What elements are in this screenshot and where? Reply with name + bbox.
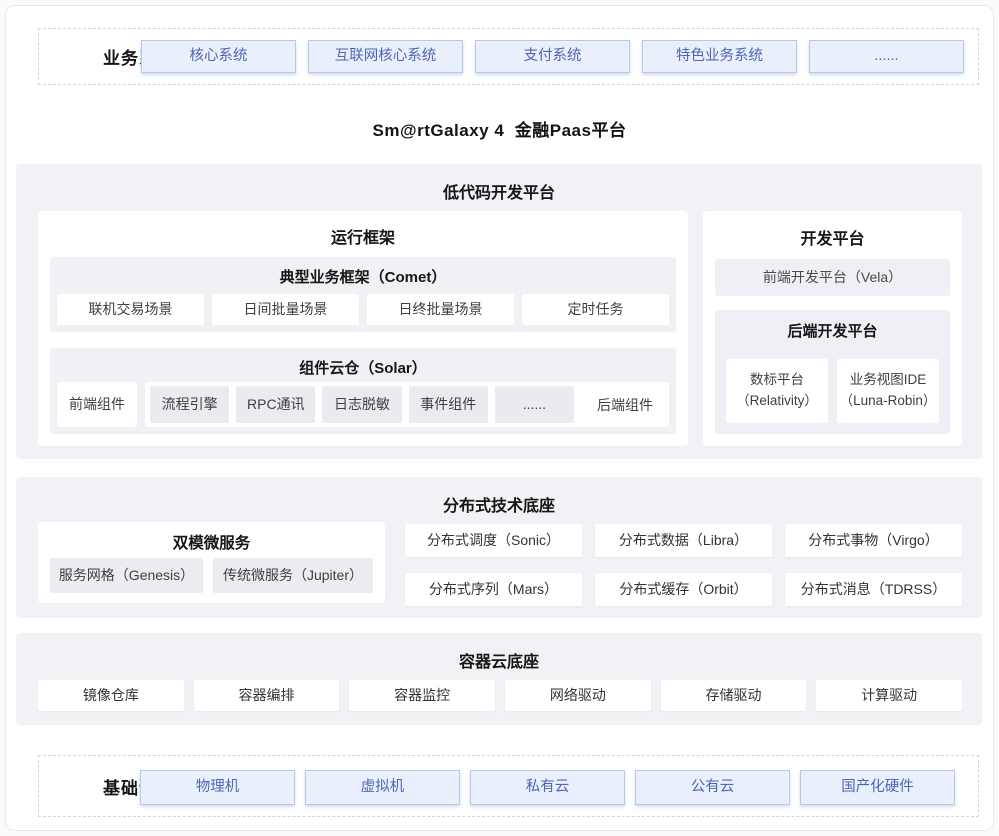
tool-relativity-code: （Relativity）	[726, 391, 828, 412]
container-monitoring: 容器监控	[349, 680, 495, 711]
distributed-transaction-virgo: 分布式事物（Virgo）	[785, 524, 962, 557]
scenario-eod-batch: 日终批量场景	[367, 294, 514, 325]
network-driver: 网络驱动	[505, 680, 651, 711]
tool-relativity-name: 数标平台	[726, 370, 828, 391]
runtime-framework-card: 运行框架 典型业务框架（Comet） 联机交易场景 日间批量场景 日终批量场景 …	[38, 211, 688, 446]
infra-physical-machine: 物理机	[140, 770, 295, 805]
business-systems-items: 核心系统 互联网核心系统 支付系统 特色业务系统 ......	[141, 40, 964, 73]
scenario-scheduled-task: 定时任务	[522, 294, 669, 325]
infra-domestic-hardware: 国产化硬件	[800, 770, 955, 805]
traditional-microservice-jupiter: 传统微服务（Jupiter）	[213, 558, 373, 593]
dual-mode-microservice-card: 双模微服务 服务网格（Genesis） 传统微服务（Jupiter）	[38, 522, 385, 603]
business-system-more: ......	[809, 40, 964, 73]
infra-public-cloud: 公有云	[635, 770, 790, 805]
section-distributed-base: 分布式技术底座 双模微服务 服务网格（Genesis） 传统微服务（Jupite…	[16, 477, 982, 618]
distributed-sequence-mars: 分布式序列（Mars）	[405, 573, 582, 606]
image-registry: 镜像仓库	[38, 680, 184, 711]
backend-dev-platform-title: 后端开发平台	[715, 310, 950, 341]
comet-framework-card: 典型业务框架（Comet） 联机交易场景 日间批量场景 日终批量场景 定时任务	[50, 257, 676, 332]
container-cloud-items: 镜像仓库 容器编排 容器监控 网络驱动 存储驱动 计算驱动	[38, 680, 962, 711]
dev-platform-title: 开发平台	[703, 211, 962, 249]
tool-luna-robin-code: （Luna-Robin）	[837, 391, 939, 412]
storage-driver: 存储驱动	[661, 680, 807, 711]
tool-luna-robin-name: 业务视图IDE	[837, 370, 939, 391]
component-middleware-wrap: 流程引擎 RPC通讯 日志脱敏 事件组件 ...... 后端组件	[145, 382, 669, 427]
section-distributed-title: 分布式技术底座	[16, 477, 982, 516]
dual-mode-items: 服务网格（Genesis） 传统微服务（Jupiter）	[50, 558, 373, 593]
component-frontend: 前端组件	[57, 382, 137, 427]
dual-mode-title: 双模微服务	[38, 522, 385, 553]
solar-component-title: 组件云仓（Solar）	[50, 348, 676, 378]
infrastructure-items: 物理机 虚拟机 私有云 公有云 国产化硬件	[140, 770, 955, 805]
component-backend: 后端组件	[581, 395, 669, 415]
frontend-dev-platform-vela: 前端开发平台（Vela）	[715, 259, 950, 296]
comet-scenarios: 联机交易场景 日间批量场景 日终批量场景 定时任务	[57, 294, 669, 325]
business-system-payment: 支付系统	[475, 40, 630, 73]
runtime-framework-title: 运行框架	[38, 211, 688, 248]
tool-relativity: 数标平台 （Relativity）	[726, 359, 828, 423]
compute-driver: 计算驱动	[816, 680, 962, 711]
distributed-data-libra: 分布式数据（Libra）	[595, 524, 772, 557]
business-system-internet-core: 互联网核心系统	[308, 40, 463, 73]
distributed-message-tdrss: 分布式消息（TDRSS）	[785, 573, 962, 606]
container-orchestration: 容器编排	[194, 680, 340, 711]
scenario-intraday-batch: 日间批量场景	[212, 294, 359, 325]
component-process-engine: 流程引擎	[150, 386, 229, 423]
distributed-cache-orbit: 分布式缓存（Orbit）	[595, 573, 772, 606]
distributed-scheduling-sonic: 分布式调度（Sonic）	[405, 524, 582, 557]
comet-framework-title: 典型业务框架（Comet）	[50, 257, 676, 287]
scenario-online-trading: 联机交易场景	[57, 294, 204, 325]
infra-private-cloud: 私有云	[470, 770, 625, 805]
solar-component-card: 组件云仓（Solar） 前端组件 流程引擎 RPC通讯 日志脱敏 事件组件 ..…	[50, 348, 676, 434]
dev-platform-card: 开发平台 前端开发平台（Vela） 后端开发平台 数标平台 （Relativit…	[703, 211, 962, 446]
business-system-core: 核心系统	[141, 40, 296, 73]
section-lowcode-title: 低代码开发平台	[16, 164, 982, 203]
distributed-services-grid: 分布式调度（Sonic） 分布式数据（Libra） 分布式事物（Virgo） 分…	[405, 524, 962, 606]
section-lowcode-platform: 低代码开发平台 运行框架 典型业务框架（Comet） 联机交易场景 日间批量场景…	[16, 164, 982, 459]
backend-dev-platform-card: 后端开发平台 数标平台 （Relativity） 业务视图IDE （Luna-R…	[715, 310, 950, 434]
backend-dev-tools: 数标平台 （Relativity） 业务视图IDE （Luna-Robin）	[726, 359, 939, 423]
section-container-cloud: 容器云底座 镜像仓库 容器编排 容器监控 网络驱动 存储驱动 计算驱动	[16, 633, 982, 725]
component-rpc: RPC通讯	[236, 386, 315, 423]
solar-components-row: 前端组件 流程引擎 RPC通讯 日志脱敏 事件组件 ...... 后端组件	[57, 382, 669, 427]
service-mesh-genesis: 服务网格（Genesis）	[50, 558, 203, 593]
page-title: Sm@rtGalaxy 4 金融Paas平台	[0, 116, 999, 141]
architecture-diagram: 业务系统 核心系统 互联网核心系统 支付系统 特色业务系统 ...... Sm@…	[0, 0, 999, 836]
business-system-featured: 特色业务系统	[642, 40, 797, 73]
component-more: ......	[495, 386, 574, 423]
infra-virtual-machine: 虚拟机	[305, 770, 460, 805]
tool-luna-robin: 业务视图IDE （Luna-Robin）	[837, 359, 939, 423]
component-log-masking: 日志脱敏	[322, 386, 401, 423]
component-event: 事件组件	[409, 386, 488, 423]
section-container-cloud-title: 容器云底座	[16, 633, 982, 672]
